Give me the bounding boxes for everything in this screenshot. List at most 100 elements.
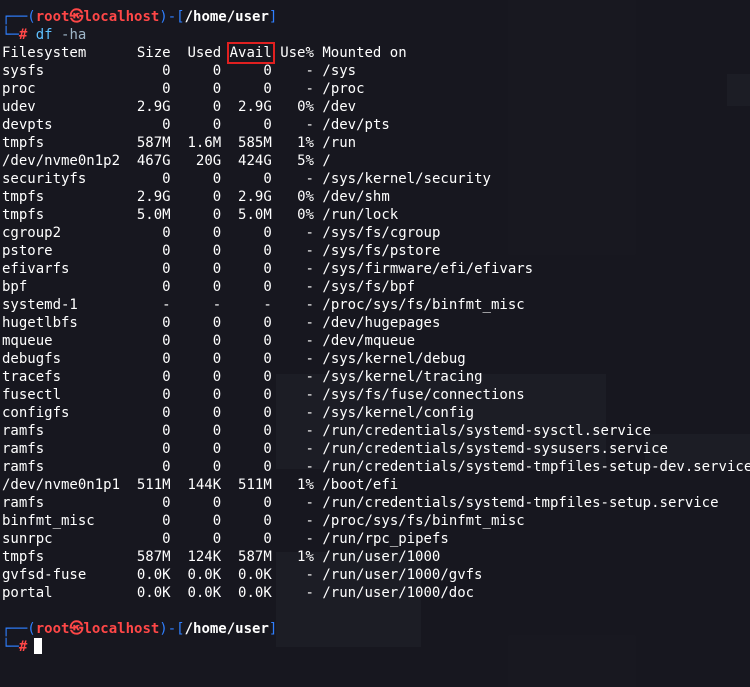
fs-mountpoint: /dev/mqueue <box>322 333 416 349</box>
fs-name: gvfsd-fuse <box>2 567 87 583</box>
fs-used: 0 <box>212 513 222 529</box>
fs-size: 0 <box>162 405 171 421</box>
fs-avail: - <box>263 297 272 313</box>
fs-use-percent: - <box>305 567 314 583</box>
df-row: pstore 0 0 0 - /sys/fs/pstore <box>2 242 750 260</box>
fs-name: devpts <box>2 117 53 133</box>
df-header-row: Filesystem Size Used Avail Use% Mounted … <box>2 42 750 64</box>
fs-used: 0 <box>212 261 222 277</box>
fs-used: 0 <box>212 279 222 295</box>
prompt-at-symbol: ㉿ <box>69 9 84 25</box>
df-row: devpts 0 0 0 - /dev/pts <box>2 116 750 134</box>
fs-use-percent: - <box>305 369 314 385</box>
fs-size: 0.0K <box>136 585 171 601</box>
fs-size: 0 <box>162 225 171 241</box>
prompt-symbol: # <box>18 639 28 655</box>
df-row: gvfsd-fuse 0.0K 0.0K 0.0K - /run/user/10… <box>2 566 750 584</box>
fs-size: - <box>162 297 171 313</box>
fs-use-percent: - <box>305 225 314 241</box>
command-line[interactable]: └─# <box>2 638 750 656</box>
fs-used: 0 <box>212 387 222 403</box>
fs-name: mqueue <box>2 333 53 349</box>
fs-mountpoint: /dev <box>322 99 357 115</box>
fs-avail: 0 <box>263 81 272 97</box>
fs-name: tracefs <box>2 369 62 385</box>
fs-use-percent: - <box>305 513 314 529</box>
fs-avail: 0 <box>263 261 272 277</box>
fs-size: 0 <box>162 243 171 259</box>
fs-mountpoint: /proc/sys/fs/binfmt_misc <box>322 513 525 529</box>
fs-mountpoint: /sys/fs/bpf <box>322 279 416 295</box>
df-row: debugfs 0 0 0 - /sys/kernel/debug <box>2 350 750 368</box>
fs-avail: 0 <box>263 315 272 331</box>
fs-used: 0 <box>212 531 222 547</box>
df-output: Filesystem Size Used Avail Use% Mounted … <box>2 42 750 602</box>
fs-used: 0.0K <box>187 567 222 583</box>
fs-avail: 0 <box>263 351 272 367</box>
df-row: udev 2.9G 0 2.9G 0% /dev <box>2 98 750 116</box>
df-row: tracefs 0 0 0 - /sys/kernel/tracing <box>2 368 750 386</box>
fs-use-percent: - <box>305 243 314 259</box>
fs-name: ramfs <box>2 441 45 457</box>
df-header-mounted-on: Mounted on <box>322 45 407 61</box>
fs-size: 2.9G <box>136 189 171 205</box>
fs-used: 0 <box>212 369 222 385</box>
fs-avail: 0 <box>263 225 272 241</box>
fs-name: portal <box>2 585 53 601</box>
df-header-filesystem: Filesystem <box>2 45 87 61</box>
fs-avail: 2.9G <box>238 99 272 115</box>
df-row: ramfs 0 0 0 - /run/credentials/systemd-t… <box>2 458 750 476</box>
fs-size: 0.0K <box>136 567 171 583</box>
fs-use-percent: - <box>305 585 314 601</box>
fs-size: 0 <box>162 369 171 385</box>
fs-use-percent: - <box>305 459 314 475</box>
fs-use-percent: - <box>305 333 314 349</box>
fs-avail: 587M <box>238 549 272 565</box>
fs-used: 124K <box>187 549 222 565</box>
fs-name: systemd-1 <box>2 297 78 313</box>
fs-size: 511M <box>136 477 171 493</box>
prompt-cwd: /home/user <box>184 9 269 25</box>
fs-mountpoint: /dev/hugepages <box>322 315 441 331</box>
fs-size: 0 <box>162 171 171 187</box>
fs-size: 5.0M <box>136 207 171 223</box>
fs-name: ramfs <box>2 423 45 439</box>
fs-avail: 0.0K <box>238 585 272 601</box>
fs-name: pstore <box>2 243 53 259</box>
df-row: securityfs 0 0 0 - /sys/kernel/security <box>2 170 750 188</box>
fs-name: /dev/nvme0n1p1 <box>2 477 121 493</box>
fs-use-percent: - <box>305 441 314 457</box>
df-row: tmpfs 587M 124K 587M 1% /run/user/1000 <box>2 548 750 566</box>
df-row: mqueue 0 0 0 - /dev/mqueue <box>2 332 750 350</box>
fs-use-percent: - <box>305 531 314 547</box>
fs-size: 0 <box>162 495 171 511</box>
fs-use-percent: - <box>305 63 314 79</box>
fs-avail: 2.9G <box>238 189 272 205</box>
fs-use-percent: 1% <box>297 549 314 565</box>
fs-avail: 0 <box>263 171 272 187</box>
terminal-window[interactable]: ┌──(root㉿localhost)-[/home/user] └─# df … <box>0 0 750 687</box>
fs-mountpoint: /proc/sys/fs/binfmt_misc <box>322 297 525 313</box>
fs-use-percent: - <box>305 171 314 187</box>
prompt-user: root <box>35 621 70 637</box>
fs-use-percent: - <box>305 261 314 277</box>
df-row: hugetlbfs 0 0 0 - /dev/hugepages <box>2 314 750 332</box>
fs-avail: 511M <box>238 477 272 493</box>
fs-mountpoint: /run/credentials/systemd-tmpfiles-setup-… <box>322 459 750 475</box>
fs-avail: 0 <box>263 117 272 133</box>
fs-avail: 0 <box>263 63 272 79</box>
df-row: fusectl 0 0 0 - /sys/fs/fuse/connections <box>2 386 750 404</box>
fs-name: binfmt_misc <box>2 513 95 529</box>
fs-used: 0 <box>212 405 222 421</box>
df-row: tmpfs 587M 1.6M 585M 1% /run <box>2 134 750 152</box>
text-cursor[interactable] <box>34 638 43 654</box>
df-header-use: Use% <box>280 45 314 61</box>
fs-avail: 0 <box>263 405 272 421</box>
fs-mountpoint: /sys/fs/fuse/connections <box>322 387 525 403</box>
fs-name: cgroup2 <box>2 225 62 241</box>
fs-used: 0 <box>212 351 222 367</box>
fs-mountpoint: /sys/kernel/config <box>322 405 475 421</box>
fs-avail: 0 <box>263 459 272 475</box>
fs-mountpoint: /proc <box>322 81 365 97</box>
